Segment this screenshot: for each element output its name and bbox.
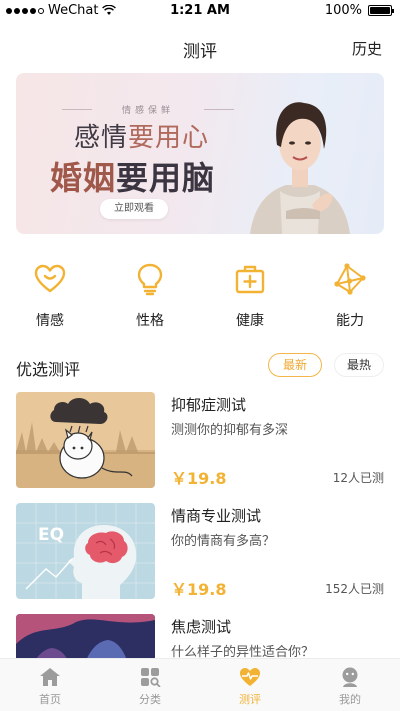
page-title: 测评 (183, 42, 217, 62)
tab-assessment[interactable]: 测评 (200, 659, 300, 711)
status-bar: WeChat 1:21 AM 100% (0, 0, 400, 22)
test-title: 焦虑测试 (171, 618, 232, 636)
watch-now-button[interactable]: 立即观看 (100, 199, 168, 219)
history-button[interactable]: 历史 (352, 38, 382, 59)
eq-thumbnail-text: EQ (38, 525, 65, 545)
banner-tag: 情感保鲜 (62, 103, 234, 116)
test-price: ￥19.8 (171, 469, 227, 488)
banner-headline-1-b: 要用心 (128, 123, 210, 153)
heartbeat-icon (240, 668, 260, 686)
banner-headline-1-a: 感情 (74, 123, 129, 153)
heart-smile-icon (34, 264, 66, 293)
lightbulb-icon (137, 263, 163, 296)
tab-label: 首页 (39, 693, 61, 706)
grid-icon (141, 668, 161, 687)
nav-bar: 测评 历史 (0, 28, 400, 68)
category-label: 能力 (336, 313, 364, 329)
medical-kit-icon (235, 265, 265, 294)
battery-percent: 100% (324, 3, 362, 18)
tab-bar: 首页 分类 测评 我的 (0, 658, 400, 711)
test-participant-count: 12人已测 (332, 471, 384, 485)
category-emotion[interactable]: 情感 (0, 262, 100, 338)
category-ability[interactable]: 能力 (300, 262, 400, 338)
test-item-eq[interactable]: EQ 情商专业测试 你的情商有多高？ ￥19.8 152人已测 (16, 503, 384, 603)
tab-home[interactable]: 首页 (0, 659, 100, 711)
test-item-anxiety[interactable]: 焦虑测试 什么样子的异性适合你？ (16, 614, 384, 658)
tab-label: 分类 (139, 693, 161, 706)
category-label: 健康 (236, 313, 264, 329)
tab-profile[interactable]: 我的 (300, 659, 400, 711)
eq-thumbnail (16, 503, 155, 599)
tab-label: 测评 (239, 693, 261, 706)
section-title: 优选测评 (16, 360, 81, 379)
test-subtitle: 你的情商有多高？ (171, 534, 276, 549)
status-right: 100% (324, 3, 394, 18)
depression-thumbnail (16, 392, 155, 488)
tab-category[interactable]: 分类 (100, 659, 200, 711)
test-subtitle: 测测你的抑郁有多深 (171, 423, 289, 438)
test-title: 情商专业测试 (171, 507, 262, 525)
battery-fill (370, 7, 390, 14)
tab-label: 我的 (339, 693, 361, 706)
test-subtitle: 什么样子的异性适合你？ (171, 645, 315, 658)
filter-hottest-button[interactable]: 最热 (334, 353, 384, 377)
filter-newest-button[interactable]: 最新 (268, 353, 322, 377)
banner-headline-2-a: 婚姻 (50, 159, 117, 197)
network-icon (334, 263, 366, 295)
category-personality[interactable]: 性格 (100, 262, 200, 338)
test-participant-count: 152人已测 (325, 582, 384, 596)
category-label: 性格 (136, 313, 164, 329)
category-label: 情感 (36, 313, 64, 329)
anxiety-thumbnail (16, 614, 155, 658)
presenter-image (250, 102, 350, 234)
battery-icon (368, 5, 394, 16)
category-health[interactable]: 健康 (200, 262, 300, 338)
banner-headline-1: 感情要用心 (74, 117, 209, 154)
category-row: 情感 性格 健康 能力 (0, 262, 400, 338)
banner-headline-2-b: 要用脑 (116, 159, 216, 197)
home-icon (40, 668, 60, 686)
test-item-depression[interactable]: 抑郁症测试 测测你的抑郁有多深 ￥19.8 12人已测 (16, 392, 384, 492)
profile-icon (342, 667, 358, 687)
test-title: 抑郁症测试 (171, 396, 247, 414)
promo-banner[interactable]: 情感保鲜 感情要用心 婚姻要用脑 立即观看 (16, 73, 384, 234)
banner-headline-2: 婚姻要用脑 (50, 153, 215, 199)
test-price: ￥19.8 (171, 580, 227, 599)
